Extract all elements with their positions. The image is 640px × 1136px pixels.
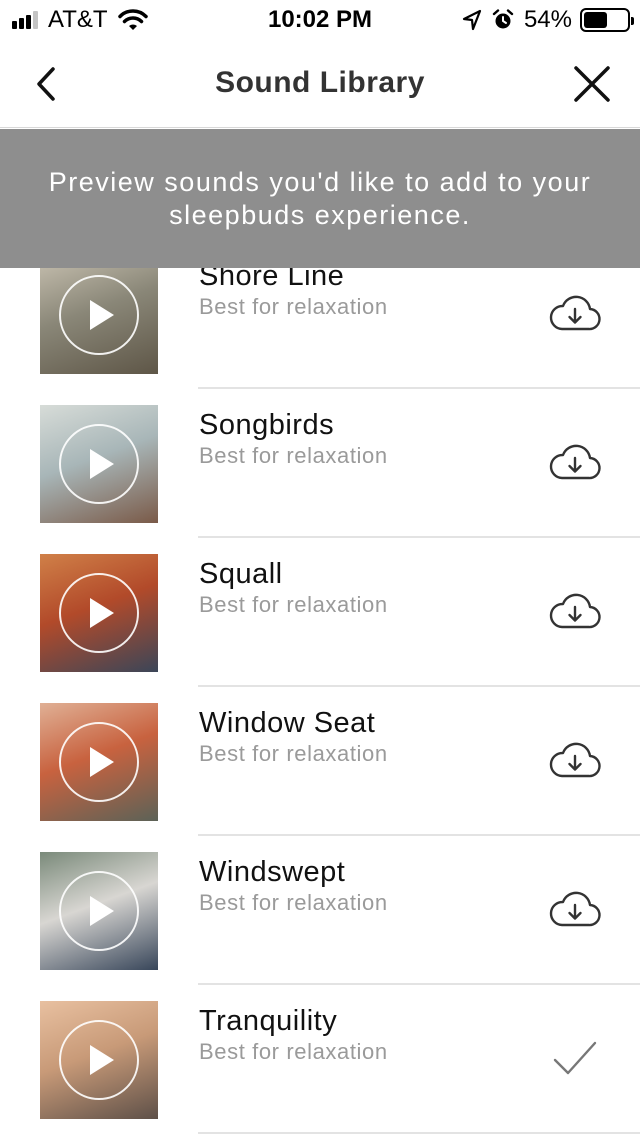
sound-preview-button[interactable] [40, 405, 158, 523]
download-button[interactable] [546, 888, 604, 932]
play-icon [59, 871, 139, 951]
sound-subtitle: Best for relaxation [199, 1039, 388, 1064]
checkmark-icon [553, 1041, 597, 1075]
sound-preview-button[interactable] [40, 256, 158, 374]
cloud-download-icon [549, 742, 601, 778]
play-icon [59, 424, 139, 504]
sound-title: Songbirds [199, 409, 335, 441]
sound-subtitle: Best for relaxation [199, 890, 388, 915]
sound-preview-button[interactable] [40, 703, 158, 821]
sound-title: Window Seat [199, 707, 376, 739]
location-icon [462, 9, 482, 31]
sound-title: Squall [199, 558, 283, 590]
status-right: 54% [462, 6, 634, 34]
cloud-download-icon [549, 593, 601, 629]
sound-preview-button[interactable] [40, 554, 158, 672]
cloud-download-icon [549, 295, 601, 331]
page-title: Sound Library [215, 66, 425, 99]
sound-subtitle: Best for relaxation [199, 741, 388, 766]
sound-list-item: Windswept Best for relaxation [0, 836, 640, 985]
download-button[interactable] [546, 441, 604, 485]
download-button[interactable] [546, 739, 604, 783]
sound-list-item: Tranquility Best for relaxation [0, 985, 640, 1134]
sound-list-item: Window Seat Best for relaxation [0, 687, 640, 836]
play-icon [59, 573, 139, 653]
status-bar: AT&T 10:02 PM 54% [0, 0, 640, 40]
sound-title: Windswept [199, 856, 346, 888]
sound-title: Tranquility [199, 1005, 338, 1037]
close-icon [574, 66, 610, 102]
added-indicator [546, 1037, 604, 1081]
sound-preview-button[interactable] [40, 852, 158, 970]
sound-list-item: Songbirds Best for relaxation [0, 389, 640, 538]
play-icon [59, 1020, 139, 1100]
sound-preview-button[interactable] [40, 1001, 158, 1119]
play-icon [59, 275, 139, 355]
cloud-download-icon [549, 891, 601, 927]
download-button[interactable] [546, 292, 604, 336]
battery-icon [580, 8, 634, 32]
battery-percent: 54% [523, 6, 572, 33]
play-icon [59, 722, 139, 802]
nav-bar: Sound Library [0, 40, 640, 128]
cloud-download-icon [549, 444, 601, 480]
banner-text: Preview sounds you'd like to add to your… [48, 166, 592, 230]
sound-subtitle: Best for relaxation [199, 294, 388, 319]
download-button[interactable] [546, 590, 604, 634]
sound-list: Shore Line Best for relaxation Songbirds Be… [0, 240, 640, 1136]
close-button[interactable] [568, 60, 616, 108]
alarm-icon [492, 9, 514, 29]
sound-list-item: Squall Best for relaxation [0, 538, 640, 687]
sound-subtitle: Best for relaxation [199, 443, 388, 468]
sound-subtitle: Best for relaxation [199, 592, 388, 617]
info-banner: Preview sounds you'd like to add to your… [0, 129, 640, 268]
